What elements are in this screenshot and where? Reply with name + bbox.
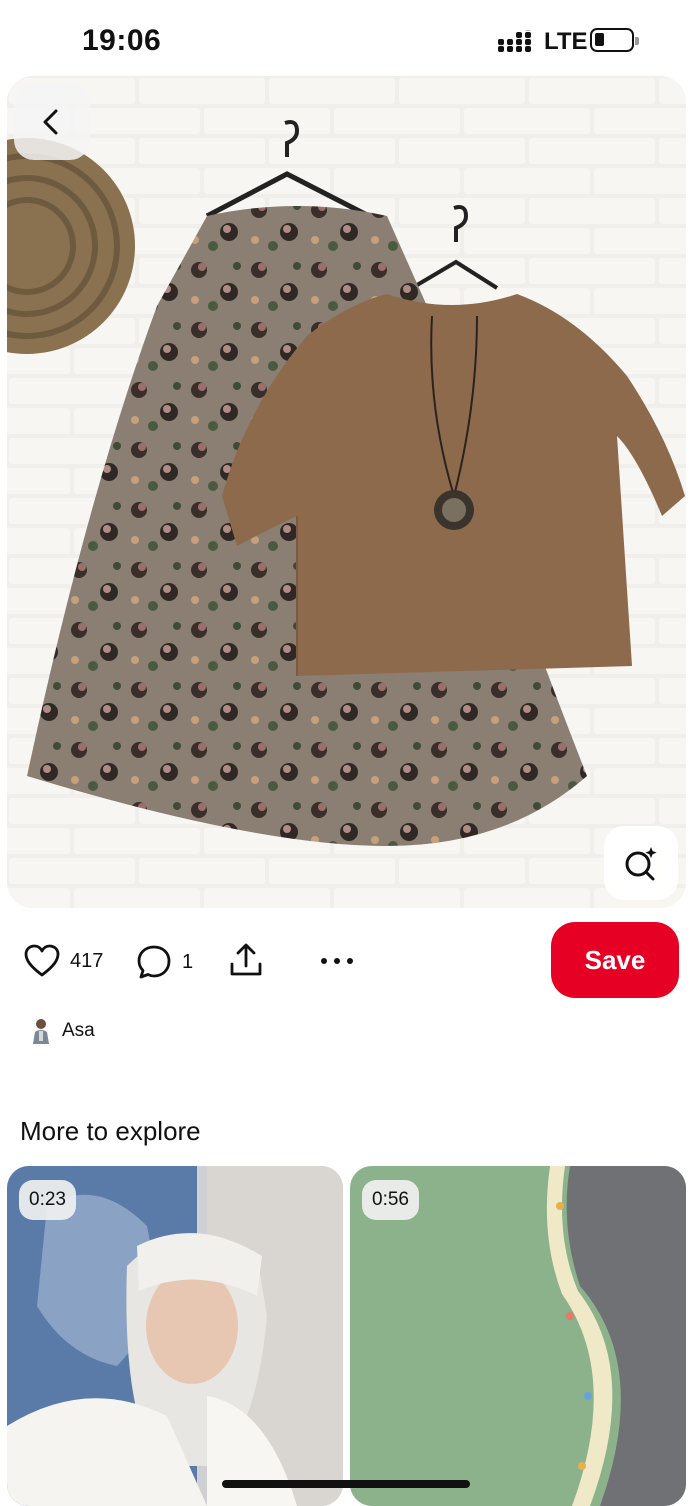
back-button[interactable] [14,84,90,160]
chevron-left-icon [43,109,58,135]
explore-card[interactable]: 0:23 [7,1166,343,1506]
comment-count: 1 [182,950,194,973]
video-duration-badge: 0:56 [362,1180,419,1220]
explore-card[interactable]: 0:56 [350,1166,686,1506]
status-bar: 19:06 LTE [0,0,693,80]
visual-search-button[interactable] [604,826,678,900]
network-label: LTE [544,28,588,55]
author-name: Asa [62,1020,95,1041]
like-button[interactable]: 417 [24,944,103,978]
video-duration-badge: 0:23 [19,1180,76,1220]
status-time: 19:06 [82,24,162,57]
battery-low-icon [590,28,639,52]
save-button[interactable]: Save [551,922,679,998]
pin-photo [7,76,686,908]
more-dots-icon [321,958,353,964]
home-indicator[interactable] [222,1480,470,1488]
pin-author[interactable]: Asa [26,1016,95,1046]
share-button[interactable] [228,942,264,978]
pin-image[interactable] [7,76,686,908]
more-to-explore-heading: More to explore [20,1116,201,1146]
like-count: 417 [70,949,104,972]
heart-icon [24,944,60,977]
author-avatar [33,1019,49,1044]
more-options-button[interactable] [320,956,354,966]
signal-dots-icon [498,30,531,52]
visual-search-icon [625,847,657,881]
comment-button[interactable]: 1 [136,944,193,980]
comment-icon [137,945,171,979]
share-icon [230,943,262,976]
